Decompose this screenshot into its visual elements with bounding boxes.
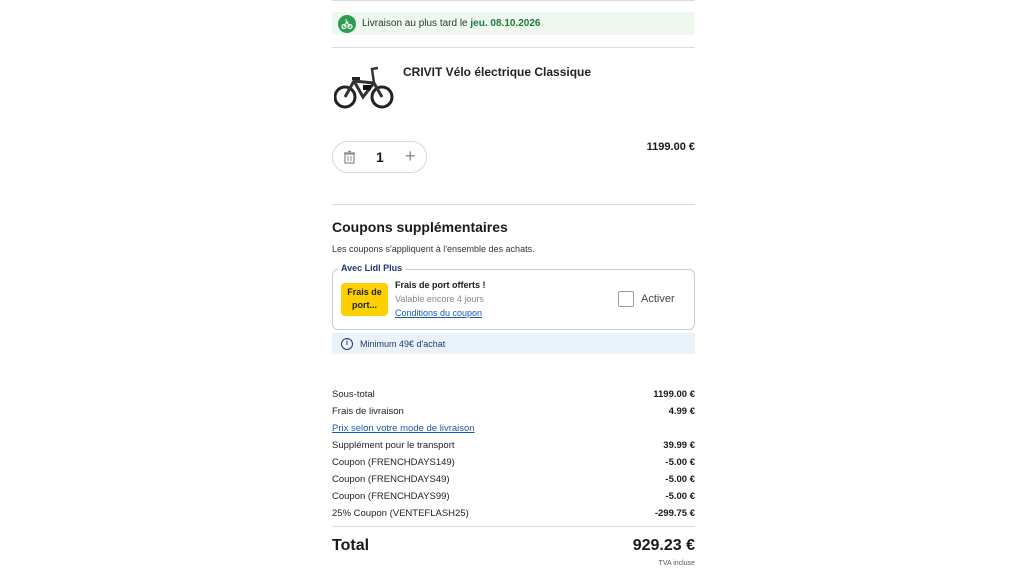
coupon-validity: Valable encore 4 jours xyxy=(395,294,484,304)
summary-row: Frais de livraison 4.99 € xyxy=(332,404,695,421)
summary-label: Sous-total xyxy=(332,389,375,400)
summary-value: -5.00 € xyxy=(665,457,695,468)
delivery-date: jeu. 08.10.2026 xyxy=(470,18,541,29)
summary-label: Coupon (FRENCHDAYS99) xyxy=(332,491,450,502)
summary-label: Supplément pour le transport xyxy=(332,440,455,451)
order-summary: Sous-total 1199.00 € Frais de livraison … xyxy=(332,387,695,523)
summary-value: -299.75 € xyxy=(654,508,695,519)
plus-icon[interactable]: + xyxy=(405,146,416,166)
minimum-purchase-text: Minimum 49€ d'achat xyxy=(360,338,446,349)
divider xyxy=(332,47,695,48)
top-divider xyxy=(332,0,695,1)
product-image[interactable] xyxy=(334,63,396,113)
product-name[interactable]: CRIVIT Vélo électrique Classique xyxy=(403,65,591,79)
delivery-price-link[interactable]: Prix selon votre mode de livraison xyxy=(332,423,475,434)
summary-row: Supplément pour le transport 39.99 € xyxy=(332,438,695,455)
quantity-stepper: 1 + xyxy=(332,141,427,173)
coupon-conditions-link[interactable]: Conditions du coupon xyxy=(395,308,482,318)
summary-label: Coupon (FRENCHDAYS49) xyxy=(332,474,450,485)
quantity-value[interactable]: 1 xyxy=(376,149,384,165)
summary-row: Sous-total 1199.00 € xyxy=(332,387,695,404)
coupons-description: Les coupons s'appliquent à l'ensemble de… xyxy=(332,244,535,254)
summary-row: Coupon (FRENCHDAYS99) -5.00 € xyxy=(332,489,695,506)
coupon-tag: Frais de port... xyxy=(341,283,388,316)
summary-row: Coupon (FRENCHDAYS49) -5.00 € xyxy=(332,472,695,489)
divider xyxy=(332,526,695,527)
tax-note: TVA incluse xyxy=(658,560,695,567)
summary-label: Frais de livraison xyxy=(332,406,404,417)
summary-value: 4.99 € xyxy=(668,406,695,417)
activate-label[interactable]: Activer xyxy=(641,293,675,305)
total-label: Total xyxy=(332,537,370,554)
delivery-banner: Livraison au plus tard le jeu. 08.10.202… xyxy=(332,12,695,35)
divider xyxy=(332,204,695,205)
total-value: 929.23 € xyxy=(632,537,695,554)
trash-icon[interactable] xyxy=(343,150,356,169)
coupons-title: Coupons supplémentaires xyxy=(332,219,508,235)
coupon-title: Frais de port offerts ! xyxy=(395,280,486,290)
summary-label: 25% Coupon (VENTEFLASH25) xyxy=(332,508,469,519)
delivery-text: Livraison au plus tard le jeu. 08.10.202… xyxy=(362,18,541,29)
minimum-purchase-info: i Minimum 49€ d'achat xyxy=(332,333,695,354)
summary-value: 39.99 € xyxy=(663,440,695,451)
summary-value: -5.00 € xyxy=(665,474,695,485)
product-price: 1199.00 € xyxy=(646,141,695,153)
summary-row: Prix selon votre mode de livraison xyxy=(332,421,695,438)
summary-value: 1199.00 € xyxy=(653,389,695,400)
coupon-group-label: Avec Lidl Plus xyxy=(338,263,406,273)
delivery-icon xyxy=(338,14,356,33)
summary-row: 25% Coupon (VENTEFLASH25) -299.75 € xyxy=(332,506,695,523)
summary-label: Coupon (FRENCHDAYS149) xyxy=(332,457,455,468)
info-icon: i xyxy=(341,337,353,350)
summary-value: -5.00 € xyxy=(665,491,695,502)
summary-row: Coupon (FRENCHDAYS149) -5.00 € xyxy=(332,455,695,472)
activate-checkbox[interactable] xyxy=(618,291,634,307)
